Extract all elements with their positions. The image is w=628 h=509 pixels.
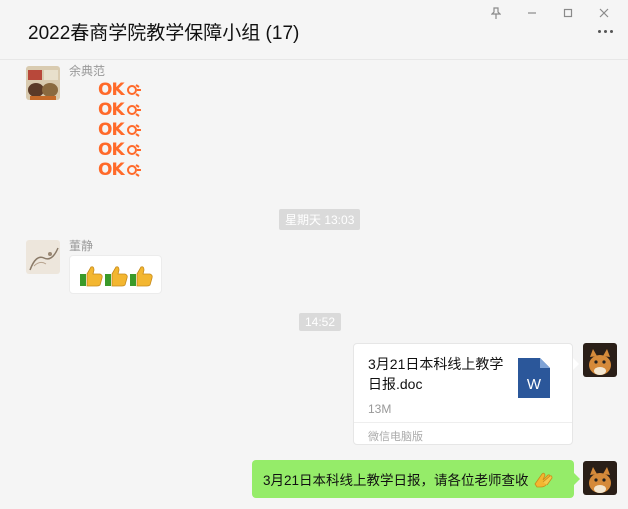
ok-hand-icon: [126, 164, 141, 177]
ok-sticker: OK: [98, 120, 148, 140]
file-source-label: 微信电脑版: [368, 431, 423, 443]
more-options-icon[interactable]: [598, 30, 614, 36]
file-message[interactable]: 3月21日本科线上教学日报.doc 13M W 微信电脑版: [353, 343, 579, 445]
ok-sticker-message[interactable]: OK OK OK OK OK: [98, 80, 148, 180]
ok-hand-icon: [126, 104, 141, 117]
avatar[interactable]: [583, 461, 617, 495]
thumbs-up-message[interactable]: [69, 255, 162, 294]
ok-text: OK: [98, 120, 125, 140]
clap-hands-icon: [534, 472, 552, 488]
sender-name: 董静: [69, 239, 94, 253]
word-doc-icon: W: [518, 358, 550, 398]
file-size: 13M: [368, 402, 392, 416]
pin-icon[interactable]: [478, 2, 514, 24]
ok-sticker: OK: [98, 160, 148, 180]
close-icon[interactable]: [586, 2, 622, 24]
minimize-icon[interactable]: [514, 2, 550, 24]
sender-name: 余典范: [69, 64, 106, 78]
avatar[interactable]: [583, 343, 617, 377]
ok-sticker: OK: [98, 100, 148, 120]
ok-hand-icon: [126, 144, 141, 157]
timestamp: 星期天 13:03: [279, 209, 361, 230]
ok-text: OK: [98, 140, 125, 160]
thumbs-up-icon: [80, 266, 153, 287]
maximize-icon[interactable]: [550, 2, 586, 24]
avatar[interactable]: [26, 66, 60, 100]
chat-title-bar: 2022春商学院教学保障小组 (17): [0, 0, 628, 60]
chat-title: 2022春商学院教学保障小组 (17): [28, 23, 300, 44]
ok-sticker: OK: [98, 80, 148, 100]
ok-hand-icon: [126, 84, 141, 97]
file-name: 3月21日本科线上教学日报.doc: [368, 356, 504, 392]
text-message-bubble[interactable]: 3月21日本科线上教学日报，请各位老师查收: [252, 460, 580, 498]
divider: [354, 422, 572, 423]
ok-text: OK: [98, 80, 125, 100]
ok-sticker: OK: [98, 140, 148, 160]
window-controls: [478, 2, 622, 24]
ok-text: OK: [98, 100, 125, 120]
svg-text:W: W: [527, 376, 542, 393]
ok-hand-icon: [126, 124, 141, 137]
timestamp: 14:52: [299, 313, 342, 331]
ok-text: OK: [98, 160, 125, 180]
message-text: 3月21日本科线上教学日报，请各位老师查收: [263, 473, 529, 488]
avatar[interactable]: [26, 240, 60, 274]
